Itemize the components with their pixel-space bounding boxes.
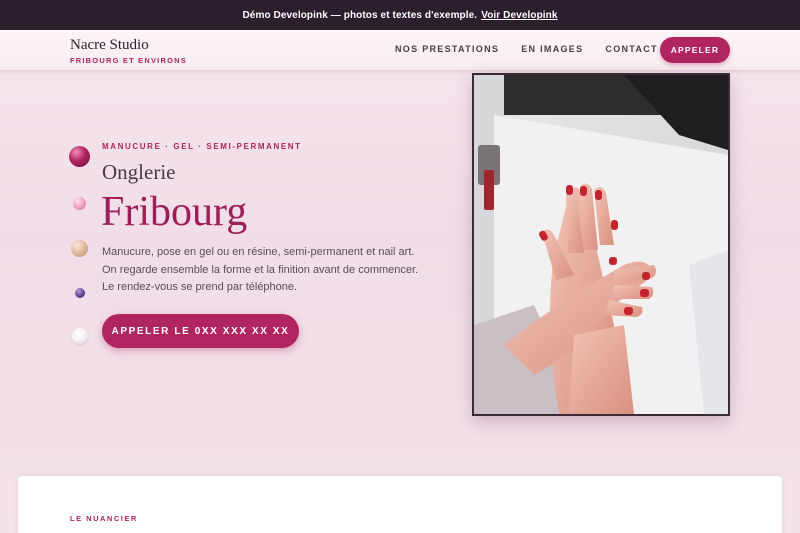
header-call-button[interactable]: APPELER [660,37,730,63]
brand-name: Nacre Studio [70,37,149,53]
decorative-bead-pearl [72,328,88,344]
hero-description: Manucure, pose en gel ou en résine, semi… [102,246,419,293]
manicure-illustration [474,75,728,414]
hero-title-line1: Onglerie [102,160,176,184]
hero-call-button[interactable]: APPELER LE 0XX XXX XX XX [102,314,299,348]
decorative-bead-violet [75,288,85,298]
demo-banner-text: Démo Developink — photos et textes d'exe… [242,9,478,21]
brand-tagline: FRIBOURG ET ENVIRONS [70,56,187,65]
main-nav: NOS PRESTATIONS EN IMAGES CONTACT [395,44,658,54]
hero-photo-manicure [472,73,730,416]
section-label: LE NUANCIER [70,514,138,523]
hero-title-line2: Fribourg [101,189,248,235]
demo-banner-link[interactable]: Voir Developink [481,10,557,21]
decorative-bead-berry [69,146,90,167]
nuancier-section: LE NUANCIER [18,476,782,533]
decorative-bead-nude [71,240,88,257]
nav-item-contact[interactable]: CONTACT [605,44,657,54]
nav-item-prestations[interactable]: NOS PRESTATIONS [395,44,499,54]
site-header: Nacre Studio FRIBOURG ET ENVIRONS NOS PR… [0,30,800,71]
nav-item-images[interactable]: EN IMAGES [521,44,583,54]
hero-eyebrow: MANUCURE · GEL · SEMI-PERMANENT [102,142,302,151]
decorative-bead-pink [73,197,86,210]
demo-banner: Démo Developink — photos et textes d'exe… [0,0,800,30]
brand[interactable]: Nacre Studio FRIBOURG ET ENVIRONS [70,37,187,65]
